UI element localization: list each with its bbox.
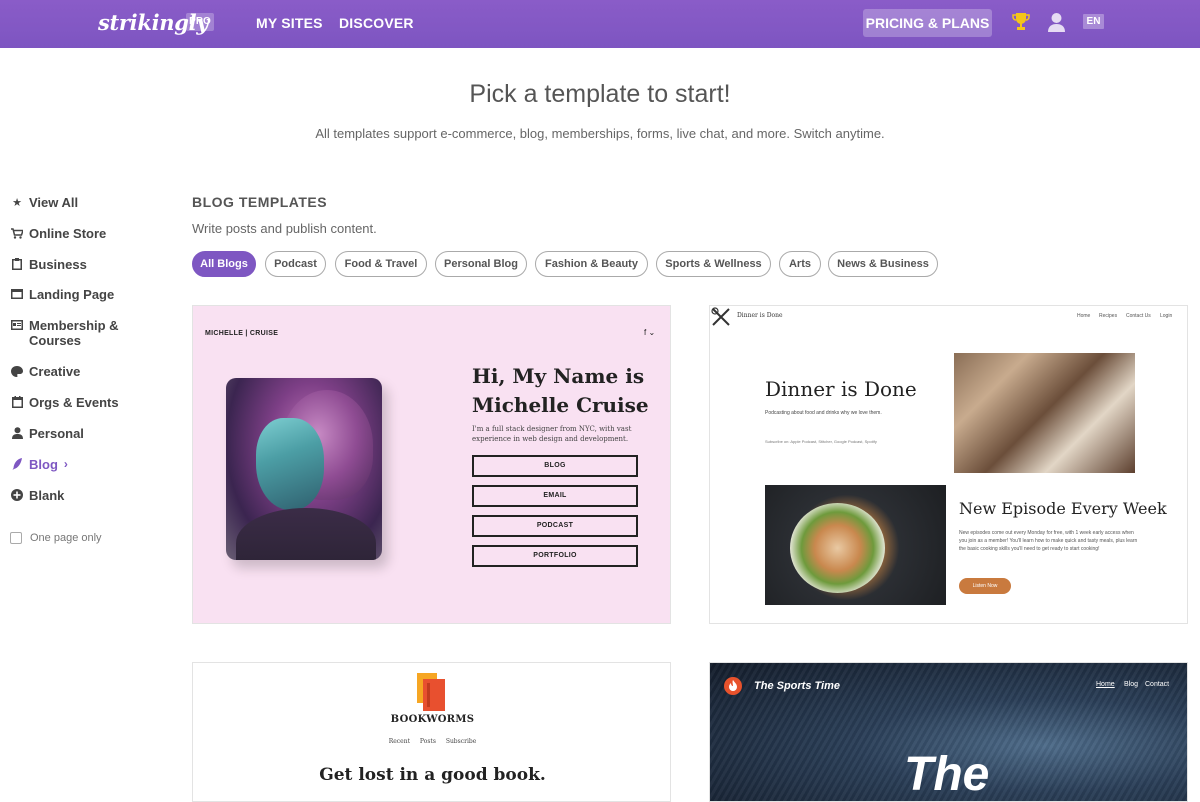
sidebar-item-label: View All [29, 195, 79, 210]
template-title: The Sports Time [754, 680, 840, 692]
dining-photo [954, 353, 1135, 473]
template-headline: Get lost in a good book. [319, 765, 546, 785]
id-card-icon [10, 318, 24, 332]
template-episode-text: New episodes come out every Monday for f… [959, 530, 1138, 552]
section-subtitle: Write posts and publish content. [192, 221, 377, 236]
sidebar-item-label: Personal [29, 426, 84, 441]
sidebar-item-creative[interactable]: Creative [10, 364, 80, 379]
sidebar-item-label: Blog [29, 457, 58, 472]
page-title: Pick a template to start! [469, 80, 731, 108]
cart-icon [10, 226, 24, 240]
template-card-bookworms[interactable]: BOOKWORMS Recent Posts Subscribe Get los… [192, 662, 671, 802]
filter-food-travel[interactable]: Food & Travel [335, 251, 427, 277]
nav-my-sites[interactable]: MY SITES [256, 15, 323, 31]
sidebar-item-personal[interactable]: Personal [10, 426, 84, 441]
pro-badge: PRO [186, 13, 214, 31]
sidebar-item-label: Membership & Courses [29, 318, 119, 348]
template-hero-text: The [904, 748, 990, 801]
portrait-face [256, 418, 324, 510]
template-menu-contact: Contact Us [1126, 313, 1151, 319]
template-nav-home: Home [1096, 681, 1115, 688]
one-page-only-toggle[interactable]: One page only [10, 532, 102, 544]
template-podcast-button: PODCAST [472, 515, 638, 537]
sidebar-item-business[interactable]: Business [10, 257, 87, 272]
user-icon[interactable] [1047, 12, 1066, 32]
sidebar-item-blog[interactable]: Blog › [10, 457, 68, 472]
flame-icon [724, 677, 742, 695]
portrait-shoulder [236, 508, 376, 560]
trophy-icon[interactable] [1012, 12, 1030, 32]
template-menu-login: Login [1160, 313, 1173, 319]
sidebar-item-orgs-events[interactable]: Orgs & Events [10, 395, 119, 410]
portrait-image [226, 378, 382, 560]
template-episode-headline: New Episode Every Week [959, 499, 1167, 518]
clipboard-icon [10, 257, 24, 271]
template-nav-subscribe: Subscribe [445, 738, 477, 745]
quill-icon [10, 457, 24, 471]
sidebar-item-label: Business [29, 257, 87, 272]
label-line-1: Membership & [29, 318, 119, 333]
nav-discover[interactable]: DISCOVER [339, 15, 414, 31]
sidebar-item-label: Online Store [29, 226, 107, 241]
books-icon [417, 673, 445, 711]
filter-news-business[interactable]: News & Business [828, 251, 938, 277]
template-intro: Podcasting about food and drinks why we … [765, 410, 882, 416]
template-email-button: EMAIL [472, 485, 638, 507]
template-nav-blog: Blog [1124, 681, 1139, 688]
template-card-michelle-cruise[interactable]: MICHELLE | CRUISE f ⌄ Hi, My Name is Mic… [192, 305, 671, 624]
filter-all-blogs[interactable]: All Blogs [192, 251, 256, 277]
label-line-2: Courses [29, 333, 82, 348]
sidebar-item-view-all[interactable]: ★ View All [10, 195, 78, 210]
template-blog-button: BLOG [472, 455, 638, 477]
calendar-icon [10, 395, 24, 409]
template-card-dinner-is-done[interactable]: Dinner is Done Home Recipes Contact Us L… [709, 305, 1188, 624]
chevron-right-icon: › [63, 457, 68, 471]
utensils-icon [711, 307, 730, 326]
sidebar-item-label: Blank [29, 488, 65, 503]
page-subtitle: All templates support e-commerce, blog, … [315, 126, 885, 141]
pricing-plans-button[interactable]: PRICING & PLANS [863, 9, 992, 37]
bowl-shape [790, 503, 885, 593]
plus-circle-icon [10, 488, 24, 502]
facebook-icon: f ⌄ [644, 328, 656, 337]
filter-fashion-beauty[interactable]: Fashion & Beauty [535, 251, 648, 277]
template-menu-home: Home [1077, 313, 1091, 319]
template-menu-recipes: Recipes [1099, 313, 1118, 319]
filter-podcast[interactable]: Podcast [265, 251, 326, 277]
language-selector[interactable]: EN [1083, 14, 1104, 29]
template-nav: Recent Posts Subscribe [193, 738, 670, 745]
window-icon [10, 287, 24, 301]
sidebar-item-label: Creative [29, 364, 81, 379]
sidebar-item-membership-courses[interactable]: Membership & Courses [10, 318, 119, 348]
top-nav: strikingly PRO MY SITES DISCOVER PRICING… [0, 0, 1200, 48]
filter-arts[interactable]: Arts [779, 251, 821, 277]
template-bio: I'm a full stack designer from NYC, with… [472, 425, 632, 443]
filter-sports-wellness[interactable]: Sports & Wellness [656, 251, 771, 277]
one-page-only-checkbox[interactable] [10, 532, 22, 544]
star-icon: ★ [12, 196, 22, 209]
template-headline: Dinner is Done [765, 377, 917, 401]
person-icon [10, 426, 24, 440]
filter-personal-blog[interactable]: Personal Blog [435, 251, 527, 277]
template-nav-posts: Posts [419, 738, 436, 745]
template-card-sports-time[interactable]: The Sports Time Home Blog Contact The [709, 662, 1188, 802]
one-page-only-label: One page only [30, 532, 102, 544]
template-title: BOOKWORMS [390, 714, 475, 725]
sidebar-item-blank[interactable]: Blank [10, 488, 64, 503]
section-title: BLOG TEMPLATES [192, 194, 328, 210]
template-nav-recent: Recent [388, 738, 410, 745]
template-nav-contact: Contact [1145, 681, 1170, 688]
sidebar-item-landing-page[interactable]: Landing Page [10, 287, 114, 302]
template-portfolio-button: PORTFOLIO [472, 545, 638, 567]
sidebar-item-label: Landing Page [29, 287, 115, 302]
sidebar-item-online-store[interactable]: Online Store [10, 226, 106, 241]
template-headline: Hi, My Name is Michelle Cruise [472, 364, 649, 417]
template-listen-button: Listen Now [959, 578, 1011, 594]
sidebar-item-label: Orgs & Events [29, 395, 119, 410]
template-subscribe-links: Subscribe on: Apple Podcast, Stitcher, G… [765, 439, 877, 444]
food-bowl-photo [765, 485, 946, 605]
template-brand: MICHELLE | CRUISE [205, 330, 279, 337]
template-site-name: Dinner is Done [737, 312, 783, 319]
palette-icon [10, 364, 24, 378]
